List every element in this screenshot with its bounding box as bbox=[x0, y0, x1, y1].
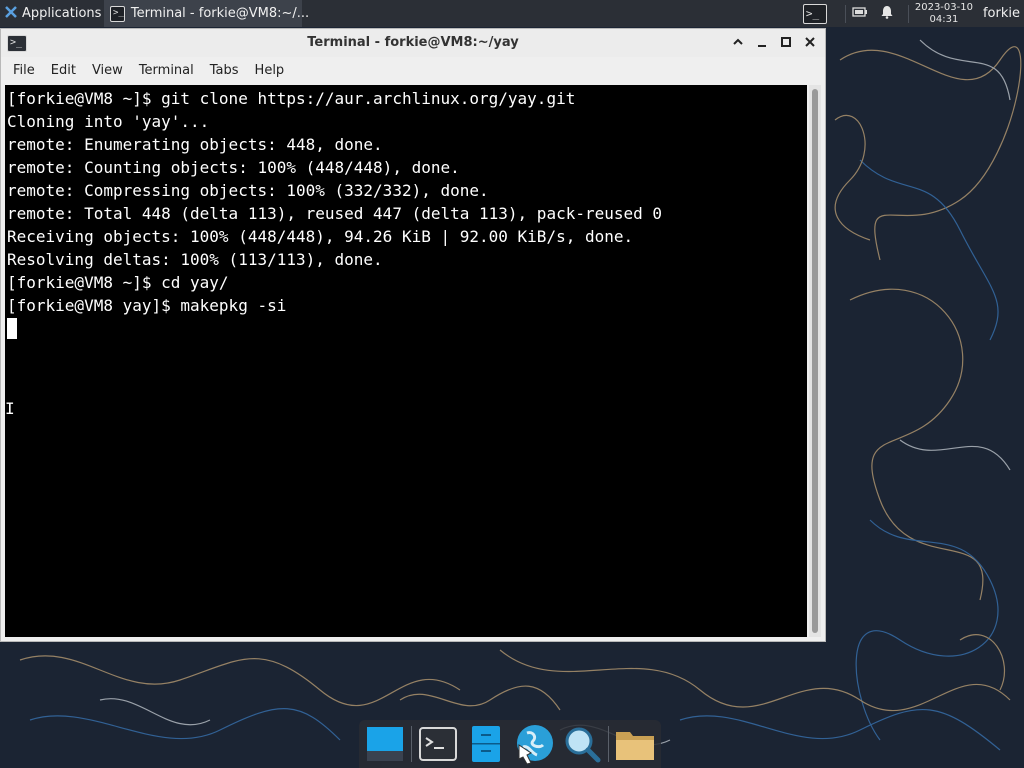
terminal-scrollbar[interactable] bbox=[809, 85, 821, 637]
terminal-icon bbox=[418, 727, 457, 761]
taskbar-terminal-button[interactable]: >_ Terminal - forkie@VM8:~/... bbox=[104, 0, 309, 27]
terminal-line: remote: Compressing objects: 100% (332/3… bbox=[7, 181, 489, 200]
terminal-line: Cloning into 'yay'... bbox=[7, 112, 210, 131]
applications-label: Applications bbox=[22, 6, 102, 21]
app-finder-icon bbox=[565, 727, 601, 763]
taskbar-terminal-label: Terminal - forkie@VM8:~/... bbox=[130, 6, 310, 21]
panel-separator bbox=[844, 4, 846, 23]
web-browser-launcher[interactable] bbox=[512, 722, 556, 766]
clock-date: 2023-03-10 bbox=[914, 1, 973, 13]
terminal-line: [forkie@VM8 ~]$ cd yay/ bbox=[7, 273, 229, 292]
menu-view[interactable]: View bbox=[84, 63, 131, 78]
terminal-launcher[interactable] bbox=[416, 722, 460, 766]
menu-tabs[interactable]: Tabs bbox=[202, 63, 247, 78]
terminal-icon: >_ bbox=[802, 3, 827, 24]
terminal-line: Resolving deltas: 100% (113/113), done. bbox=[7, 250, 383, 269]
file-manager-icon bbox=[471, 726, 500, 762]
minimize-icon bbox=[758, 45, 766, 47]
window-controls bbox=[729, 33, 819, 51]
chevron-up-icon bbox=[733, 38, 743, 45]
window-title: Terminal - forkie@VM8:~/yay bbox=[307, 35, 519, 50]
shade-button[interactable] bbox=[729, 33, 747, 51]
web-browser-icon bbox=[517, 725, 553, 765]
terminal-output[interactable]: [forkie@VM8 ~]$ git clone https://aur.ar… bbox=[5, 85, 807, 637]
terminal-line: [forkie@VM8 yay]$ makepkg -si bbox=[7, 296, 287, 315]
bell-icon[interactable] bbox=[880, 5, 894, 23]
ibeam-cursor-icon: I bbox=[5, 399, 15, 418]
terminal-line: [forkie@VM8 ~]$ git clone https://aur.ar… bbox=[7, 89, 576, 108]
terminal-line: remote: Counting objects: 100% (448/448)… bbox=[7, 158, 460, 177]
dock-separator bbox=[411, 726, 412, 762]
terminal-line: Receiving objects: 100% (448/448), 94.26… bbox=[7, 227, 634, 246]
minimize-button[interactable] bbox=[753, 33, 771, 51]
terminal-line: remote: Enumerating objects: 448, done. bbox=[7, 135, 383, 154]
terminal-cursor-line bbox=[7, 317, 805, 340]
terminal-window: >_ Terminal - forkie@VM8:~/yay File Edit… bbox=[0, 28, 826, 642]
folder-icon bbox=[615, 732, 654, 760]
menu-help[interactable]: Help bbox=[247, 63, 293, 78]
menu-edit[interactable]: Edit bbox=[43, 63, 84, 78]
show-desktop-icon bbox=[367, 727, 403, 761]
text-cursor bbox=[7, 318, 17, 339]
maximize-icon bbox=[781, 37, 791, 47]
scrollbar-thumb[interactable] bbox=[812, 89, 818, 633]
menu-file[interactable]: File bbox=[5, 63, 43, 78]
app-finder-launcher[interactable] bbox=[560, 722, 604, 766]
clock-time: 04:31 bbox=[929, 13, 959, 25]
system-tray bbox=[852, 5, 894, 23]
close-icon bbox=[805, 37, 815, 47]
window-titlebar[interactable]: >_ Terminal - forkie@VM8:~/yay bbox=[1, 29, 825, 57]
xfce-mouse-icon bbox=[4, 5, 18, 23]
terminal-launcher-button[interactable]: >_ bbox=[799, 2, 831, 26]
dock-separator bbox=[608, 726, 609, 762]
panel-separator bbox=[907, 4, 909, 23]
user-menu[interactable]: forkie bbox=[983, 6, 1020, 21]
top-panel: Applications ⁝ >_ Terminal - forkie@VM8:… bbox=[0, 0, 1024, 27]
menu-terminal[interactable]: Terminal bbox=[131, 63, 202, 78]
terminal-icon: >_ bbox=[110, 5, 125, 22]
terminal-line: remote: Total 448 (delta 113), reused 44… bbox=[7, 204, 663, 223]
close-button[interactable] bbox=[801, 33, 819, 51]
file-manager-launcher[interactable] bbox=[464, 722, 508, 766]
dock bbox=[359, 720, 661, 768]
maximize-button[interactable] bbox=[777, 33, 795, 51]
menu-bar: File Edit View Terminal Tabs Help bbox=[1, 57, 825, 83]
applications-menu-button[interactable]: Applications ⁝ bbox=[0, 0, 110, 27]
folder-launcher[interactable] bbox=[613, 722, 657, 766]
clock[interactable]: 2023-03-10 04:31 bbox=[915, 2, 973, 26]
battery-icon[interactable] bbox=[852, 6, 868, 22]
show-desktop-button[interactable] bbox=[363, 722, 407, 766]
